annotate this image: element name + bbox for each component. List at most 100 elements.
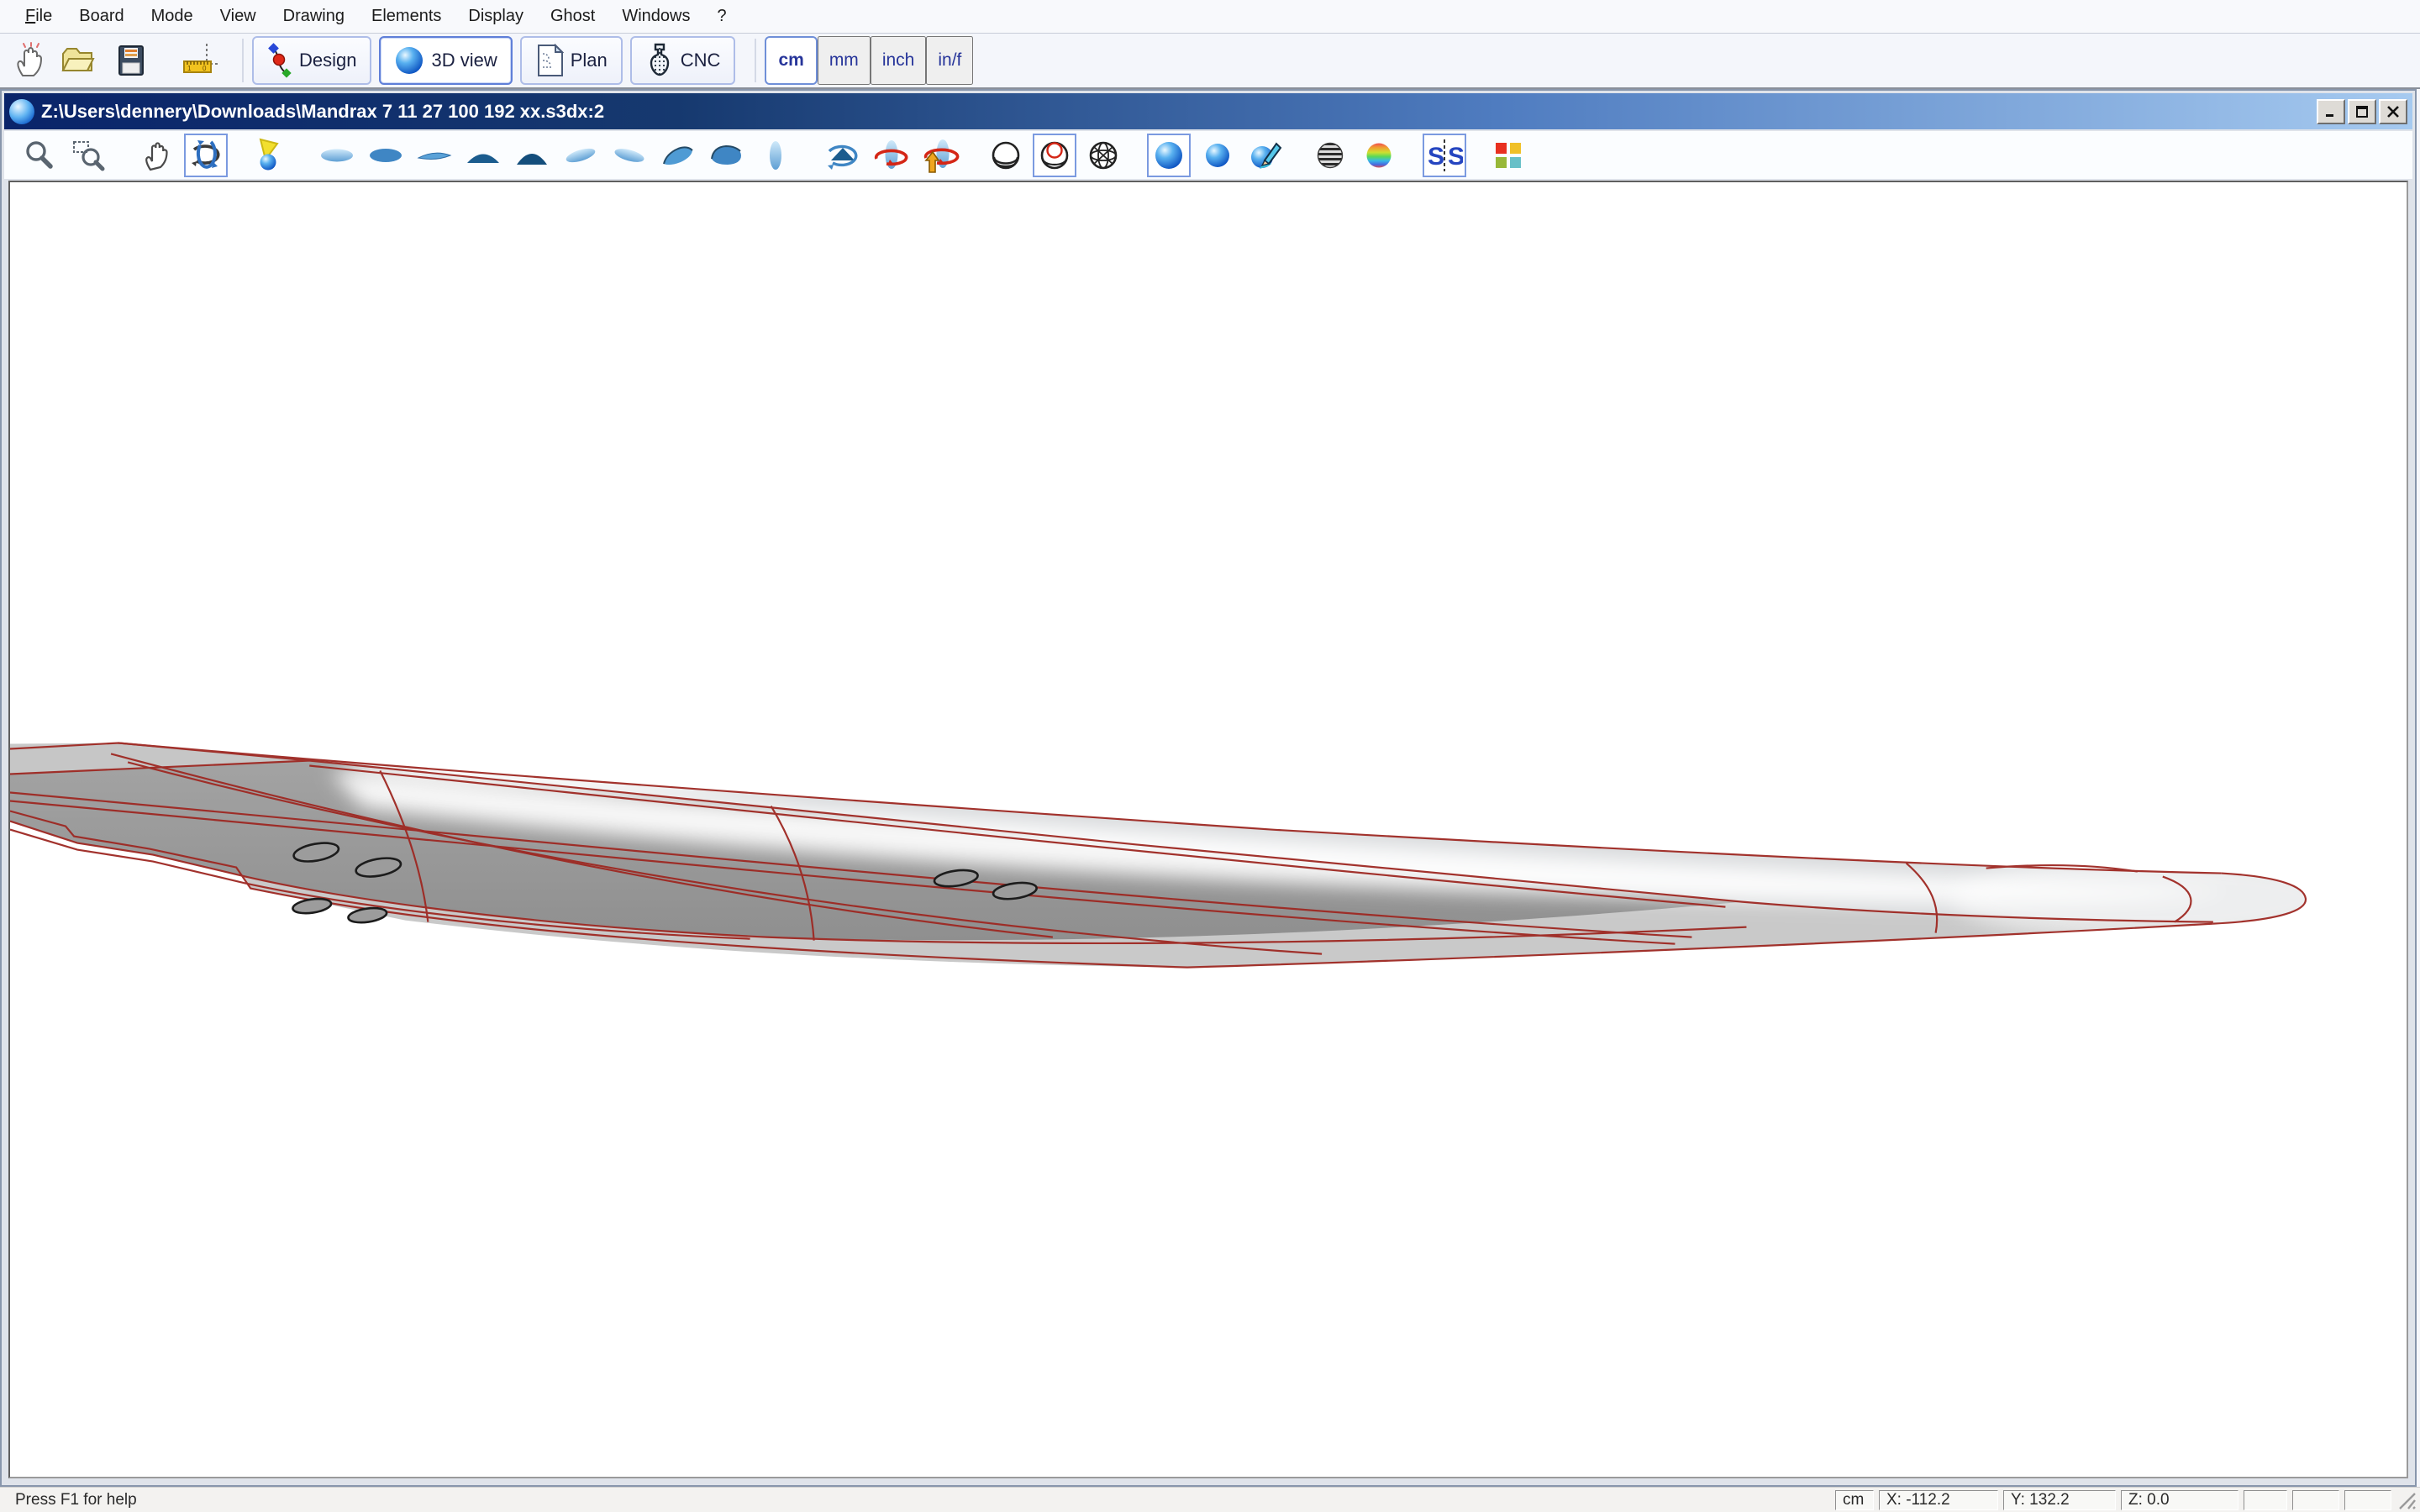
3d-view-mode-button[interactable]: 3D view <box>379 36 512 85</box>
status-bar: Press F1 for help cm X: -112.2 Y: 132.2 … <box>0 1487 2420 1512</box>
minimize-button[interactable] <box>2317 99 2345 124</box>
board-back-view-button[interactable] <box>510 134 554 177</box>
unit-cm-button[interactable]: cm <box>765 36 817 85</box>
open-file-button[interactable] <box>57 40 97 81</box>
design-mode-button[interactable]: Design <box>252 36 371 85</box>
shaded-sphere-button[interactable] <box>1147 134 1191 177</box>
board-thickness-view-icon <box>660 139 697 172</box>
open-folder-icon <box>58 42 97 79</box>
plan-mode-button[interactable]: Plan <box>520 36 623 85</box>
small-sphere-button[interactable] <box>1196 134 1239 177</box>
mesh-sphere-button[interactable] <box>1081 134 1125 177</box>
board-thickness-view-button[interactable] <box>656 134 700 177</box>
pan-button[interactable] <box>135 134 179 177</box>
paint-sphere-button[interactable] <box>1244 134 1288 177</box>
menu-view[interactable]: View <box>207 7 270 26</box>
status-empty-field <box>2344 1490 2391 1510</box>
light-button[interactable] <box>248 134 292 177</box>
board-front-view-button[interactable] <box>461 134 505 177</box>
plan-mode-label: Plan <box>571 50 608 71</box>
board-round-view-button[interactable] <box>705 134 749 177</box>
striped-sphere-button[interactable] <box>1308 134 1352 177</box>
rotate-3d-button[interactable] <box>184 134 228 177</box>
rotate-board-icon <box>873 137 910 174</box>
close-button[interactable] <box>2379 99 2407 124</box>
board-top-view-button[interactable] <box>315 134 359 177</box>
board-tilt-right-view-icon <box>611 139 648 172</box>
view-toolbar: S S <box>4 131 2412 179</box>
striped-sphere-icon <box>1313 138 1348 173</box>
shaded-sphere-icon <box>1151 138 1186 173</box>
rainbow-sphere-button[interactable] <box>1357 134 1401 177</box>
resize-grip[interactable] <box>2398 1490 2417 1510</box>
zoom-window-button[interactable] <box>66 134 110 177</box>
pan-icon <box>140 139 174 172</box>
board-bottom-view-button[interactable] <box>364 134 408 177</box>
wireframe-slices-sphere-icon <box>1037 138 1072 173</box>
color-squares-button[interactable] <box>1486 134 1530 177</box>
rainbow-sphere-icon <box>1361 138 1397 173</box>
wireframe-sphere-icon <box>988 138 1023 173</box>
unit-inch-button[interactable]: inch <box>871 36 927 85</box>
board-back-view-icon <box>513 139 550 172</box>
maximize-button[interactable] <box>2348 99 2376 124</box>
hand-tool-icon <box>12 42 49 79</box>
board-round-view-icon <box>708 139 745 172</box>
menu-help[interactable]: ? <box>703 7 739 26</box>
measure-button[interactable]: 10 <box>180 40 220 81</box>
surfboard-3d-render <box>10 182 2407 1477</box>
menu-bar: File Board Mode View Drawing Elements Di… <box>0 0 2420 34</box>
board-tilt-right-view-button[interactable] <box>608 134 651 177</box>
menu-elements[interactable]: Elements <box>358 7 455 26</box>
save-button[interactable] <box>111 40 151 81</box>
svg-text:1: 1 <box>187 65 192 72</box>
menu-windows[interactable]: Windows <box>608 7 703 26</box>
measure-ruler-icon: 10 <box>181 42 219 79</box>
board-outline-view-icon <box>416 139 453 172</box>
board-front-view-icon <box>465 139 502 172</box>
milling-tool-icon <box>645 43 674 78</box>
small-sphere-icon <box>1201 139 1234 172</box>
menu-display[interactable]: Display <box>455 7 537 26</box>
application-window: File Board Mode View Drawing Elements Di… <box>0 0 2420 1512</box>
document-titlebar: Z:\Users\dennery\Downloads\Mandrax 7 11 … <box>4 93 2412 129</box>
status-help-text: Press F1 for help <box>0 1491 1830 1509</box>
menu-ghost[interactable]: Ghost <box>537 7 608 26</box>
main-toolbar: 10 Design 3D view <box>0 34 2420 89</box>
menu-file[interactable]: File <box>12 7 66 26</box>
rotate-view-button[interactable] <box>821 134 865 177</box>
wireframe-sphere-button[interactable] <box>984 134 1028 177</box>
rotate-board-up-icon <box>921 137 960 174</box>
status-y-coordinate: Y: 132.2 <box>2003 1490 2116 1510</box>
menu-board[interactable]: Board <box>66 7 137 26</box>
zoom-window-icon <box>71 139 105 172</box>
board-slice-view-button[interactable] <box>754 134 797 177</box>
minimize-icon <box>2324 106 2338 118</box>
unit-inf-button[interactable]: in/f <box>926 36 973 85</box>
close-icon <box>2386 106 2400 118</box>
menu-mode[interactable]: Mode <box>138 7 207 26</box>
svg-text:S: S <box>1448 143 1463 171</box>
document-window: Z:\Users\dennery\Downloads\Mandrax 7 11 … <box>0 89 2417 1487</box>
board-tilt-left-view-icon <box>562 139 599 172</box>
zoom-button[interactable] <box>18 134 61 177</box>
rotate-3d-icon <box>188 138 224 173</box>
wireframe-slices-sphere-button[interactable] <box>1033 134 1076 177</box>
status-unit: cm <box>1835 1490 1874 1510</box>
board-outline-view-button[interactable] <box>413 134 456 177</box>
unit-mm-button[interactable]: mm <box>818 36 871 85</box>
3d-viewport[interactable] <box>8 181 2408 1478</box>
zoom-icon <box>23 139 56 172</box>
cnc-mode-button[interactable]: CNC <box>630 36 736 85</box>
document-title: Z:\Users\dennery\Downloads\Mandrax 7 11 … <box>41 101 2314 123</box>
board-tilt-left-view-button[interactable] <box>559 134 602 177</box>
rotate-board-button[interactable] <box>870 134 913 177</box>
document-icon <box>535 44 564 77</box>
board-bottom-view-icon <box>367 139 404 172</box>
rotate-board-up-button[interactable] <box>918 134 962 177</box>
sphere-icon <box>394 45 424 76</box>
save-icon <box>113 42 150 79</box>
menu-drawing[interactable]: Drawing <box>270 7 358 26</box>
symmetry-curves-button[interactable]: S S <box>1423 134 1466 177</box>
hand-tool-button[interactable] <box>10 40 50 81</box>
